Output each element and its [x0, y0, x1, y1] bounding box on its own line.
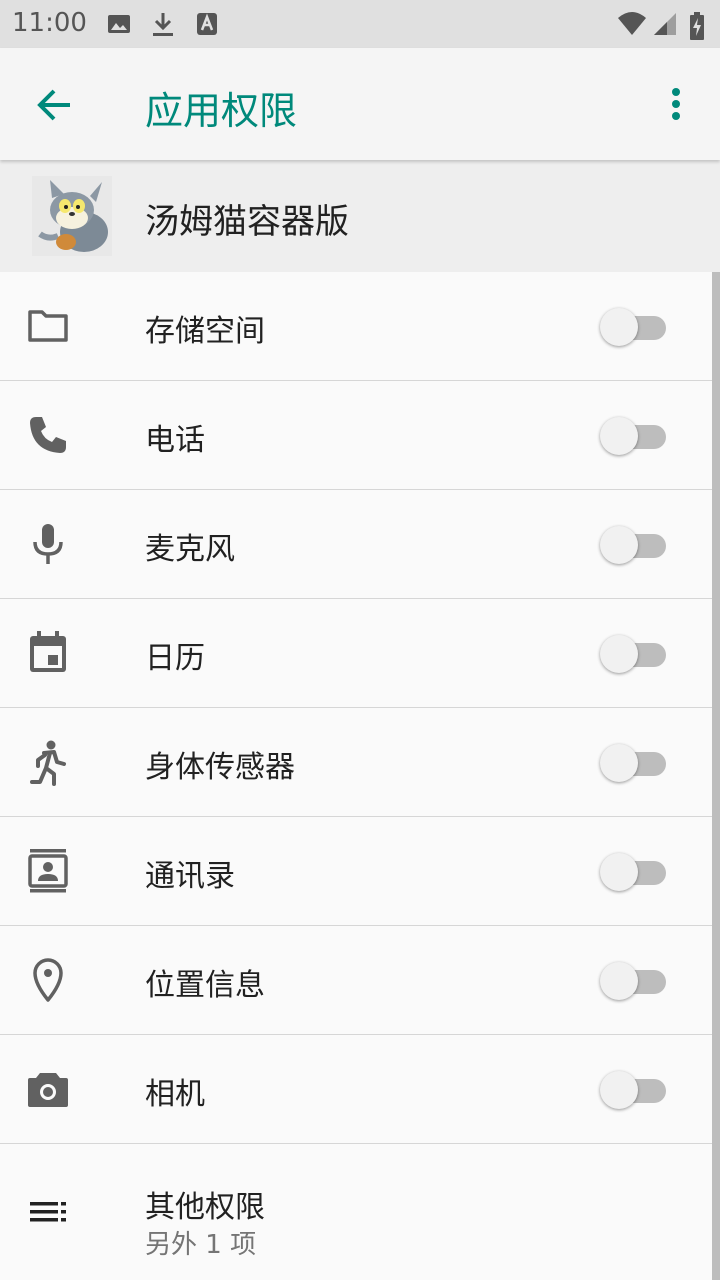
contacts-icon — [28, 849, 68, 893]
permission-row-calendar[interactable]: 日历 — [0, 599, 720, 708]
microphone-icon — [33, 524, 63, 564]
page-title: 应用权限 — [145, 89, 298, 133]
permission-toggle[interactable] — [600, 851, 668, 891]
permission-toggle[interactable] — [600, 633, 668, 673]
phone-icon — [30, 417, 66, 453]
other-permissions-label: 其他权限 — [145, 1190, 265, 1225]
permission-toggle[interactable] — [600, 1069, 668, 1109]
permission-row-phone[interactable]: 电话 — [0, 381, 720, 490]
toggle-thumb — [600, 744, 638, 782]
permission-label: 身体传感器 — [145, 750, 295, 785]
app-header: 汤姆猫容器版 — [0, 160, 720, 272]
permission-row-storage[interactable]: 存储空间 — [0, 272, 720, 381]
folder-icon — [28, 310, 68, 342]
permission-label: 日历 — [145, 641, 205, 676]
permission-toggle[interactable] — [600, 306, 668, 346]
permission-label: 通讯录 — [145, 859, 235, 894]
app-name: 汤姆猫容器版 — [145, 202, 349, 242]
permission-toggle[interactable] — [600, 415, 668, 455]
toggle-thumb — [600, 308, 638, 346]
permission-toggle[interactable] — [600, 960, 668, 1000]
permission-toggle[interactable] — [600, 742, 668, 782]
permission-label: 相机 — [145, 1077, 205, 1112]
permission-toggle[interactable] — [600, 524, 668, 564]
body-sensor-icon — [30, 740, 66, 786]
wifi-icon — [618, 12, 646, 35]
app-icon-tom-cat — [32, 176, 112, 256]
permission-label: 电话 — [145, 423, 205, 458]
toggle-thumb — [600, 962, 638, 1000]
permission-row-location[interactable]: 位置信息 — [0, 926, 720, 1035]
toggle-thumb — [600, 417, 638, 455]
status-bar: 11:00 — [0, 0, 720, 48]
scrollbar[interactable] — [712, 272, 720, 1280]
calendar-icon — [30, 631, 66, 672]
permission-list: 存储空间 电话 麦克风 日历 身体传感器 通讯录 位置信息 相机 其他权限 另外… — [0, 272, 720, 1278]
download-notification-icon — [153, 13, 173, 36]
image-notification-icon — [108, 15, 130, 33]
permission-row-microphone[interactable]: 麦克风 — [0, 490, 720, 599]
other-permissions-row[interactable]: 其他权限 另外 1 项 — [0, 1144, 720, 1278]
permission-row-body-sensors[interactable]: 身体传感器 — [0, 708, 720, 817]
toggle-thumb — [600, 526, 638, 564]
camera-icon — [28, 1073, 68, 1107]
keyboard-a-notification-icon — [197, 13, 217, 35]
other-permissions-count: 另外 1 项 — [145, 1230, 257, 1260]
back-arrow-icon[interactable] — [34, 85, 74, 125]
permission-row-camera[interactable]: 相机 — [0, 1035, 720, 1144]
permission-label: 位置信息 — [145, 968, 265, 1003]
toggle-thumb — [600, 1071, 638, 1109]
app-bar: 应用权限 — [0, 48, 720, 160]
permission-label: 存储空间 — [145, 314, 265, 349]
permission-label: 麦克风 — [145, 532, 235, 567]
status-time: 11:00 — [12, 8, 87, 38]
permission-row-contacts[interactable]: 通讯录 — [0, 817, 720, 926]
more-options-icon[interactable] — [656, 84, 696, 124]
toggle-thumb — [600, 635, 638, 673]
toggle-thumb — [600, 853, 638, 891]
list-icon — [30, 1202, 66, 1222]
location-icon — [33, 958, 63, 1002]
cellular-signal-icon — [654, 13, 676, 35]
battery-charging-icon — [690, 12, 704, 40]
